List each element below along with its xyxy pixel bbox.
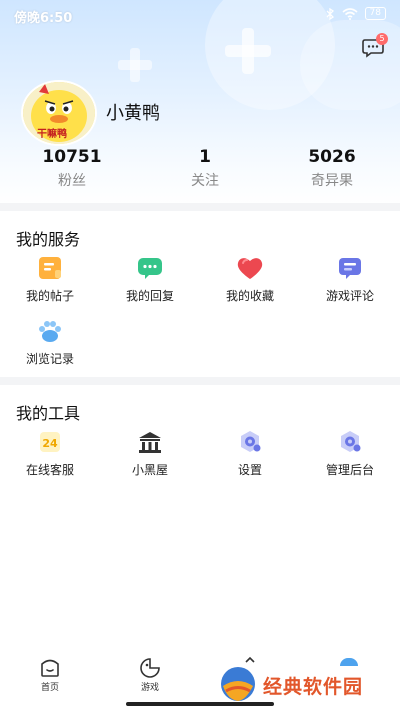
tool-blackhouse[interactable]: 小黑屋 [100,429,200,478]
gamepad-decoration [225,28,271,74]
service-my-favorites[interactable]: 我的收藏 [200,255,300,304]
watermark: 经典软件园 [218,664,398,704]
watermark-text: 经典软件园 [263,676,364,698]
section-divider [0,377,400,385]
service-my-replies[interactable]: 我的回复 [100,255,200,304]
status-time: 傍晚6:50 [14,11,73,26]
game-icon [140,658,160,678]
tool-label: 小黑屋 [131,463,168,477]
tab-games[interactable]: 游戏 [120,656,180,693]
stat-value: 5026 [308,147,356,167]
heart-icon [237,258,263,279]
wifi-icon [342,7,358,20]
avatar-caption: 干嘛鸭 [37,129,67,140]
settings-icon [241,431,261,452]
stat-following[interactable]: 1 关注 [145,147,265,190]
watermark-logo-icon [221,667,255,701]
service-my-posts[interactable]: 我的帖子 [0,255,100,304]
tool-admin-console[interactable]: 管理后台 [300,429,400,478]
bluetooth-icon [326,7,334,20]
stat-value: 1 [199,147,211,167]
tool-label: 设置 [237,463,262,477]
service-label: 我的回复 [125,289,174,303]
stat-value: 10751 [42,147,102,167]
chevron-up-icon [245,656,255,663]
stat-label: 奇异果 [311,173,353,189]
tab-home[interactable]: 首页 [20,656,80,693]
support-24-icon: 24 [40,432,60,452]
service-browse-history[interactable]: 浏览记录 [0,318,100,367]
avatar[interactable]: 干嘛鸭 [21,80,97,146]
post-icon [39,257,61,279]
tab-label: 游戏 [140,683,159,693]
message-badge: 5 [376,33,388,45]
section-divider [0,203,400,211]
service-label: 浏览记录 [25,352,74,366]
paw-icon [39,321,61,342]
tool-online-support[interactable]: 24 在线客服 [0,429,100,478]
battery-indicator: 78 [364,7,386,20]
service-game-reviews[interactable]: 游戏评论 [300,255,400,304]
tab-label: 首页 [40,683,59,693]
status-bar: 傍晚6:50 78 [0,0,400,30]
profile-stats: 10751 粉丝 1 关注 5026 奇异果 [0,147,400,191]
services-title: 我的服务 [16,230,81,249]
tool-settings[interactable]: 设置 [200,429,300,478]
stat-label: 关注 [191,173,219,189]
service-label: 游戏评论 [325,289,374,303]
tool-label: 在线客服 [25,463,74,477]
service-label: 我的帖子 [25,289,74,303]
support-badge: 24 [42,437,58,450]
tool-label: 管理后台 [325,463,374,477]
stat-kiwi[interactable]: 5026 奇异果 [272,147,392,190]
game-comment-icon [339,258,361,279]
tools-title: 我的工具 [16,404,81,423]
home-icon [41,659,59,677]
username[interactable]: 小黄鸭 [106,99,160,125]
blackhouse-icon [139,432,161,453]
stat-fans[interactable]: 10751 粉丝 [12,147,132,190]
home-indicator[interactable] [126,702,274,706]
service-label: 我的收藏 [225,289,274,303]
gamepad-decoration [118,48,152,82]
admin-icon [341,431,361,452]
status-icons: 78 [325,7,386,20]
reply-icon [138,258,162,279]
stat-label: 粉丝 [58,173,86,189]
